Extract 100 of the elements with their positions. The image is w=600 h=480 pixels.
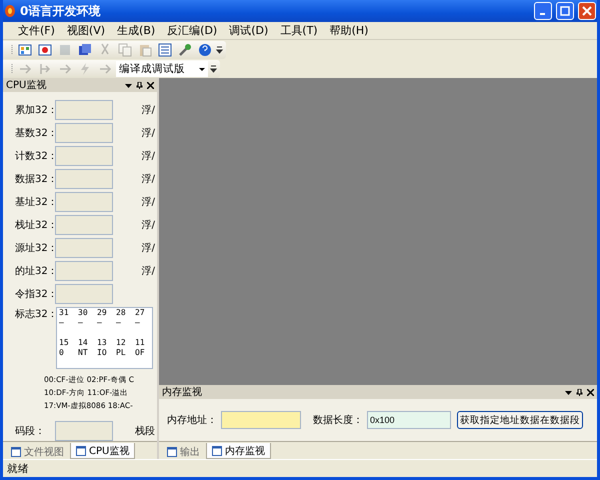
dropdown-icon[interactable] (125, 82, 132, 88)
pin-icon[interactable] (136, 82, 143, 88)
panel-tab[interactable]: 输出 (162, 444, 205, 459)
arrow-icon (18, 62, 32, 76)
register-label: 码段： (15, 425, 46, 438)
step-arrow-icon (38, 62, 52, 76)
register-field[interactable] (55, 215, 113, 235)
toolbar-grip-icon (11, 62, 14, 74)
toolbar-grip-icon (11, 44, 14, 56)
register-label: 标志32： (15, 308, 55, 321)
float-label: 浮/ (142, 104, 156, 117)
menu-item[interactable]: 帮助(H) (324, 23, 374, 38)
register-label: 累加32： (15, 104, 55, 117)
menu-item[interactable]: 工具(T) (275, 23, 323, 38)
toolbar-button[interactable] (156, 42, 174, 58)
disks-icon (78, 42, 92, 56)
register-label: 的址32： (15, 264, 55, 278)
panel-title: CPU监视 (6, 78, 46, 92)
float-label: 浮/ (142, 196, 156, 209)
flag-cell-text: 15 (58, 338, 70, 348)
app-logo-icon (4, 4, 16, 18)
menu-item[interactable]: 反汇编(D) (162, 23, 222, 38)
window-title: 0语言开发环境 (20, 2, 102, 20)
register-field[interactable] (55, 123, 113, 143)
window-icon (167, 446, 177, 456)
flag-cell-text: IO (96, 348, 108, 358)
register-field[interactable] (55, 421, 113, 441)
address-field[interactable] (221, 411, 301, 429)
window-icon (212, 446, 222, 456)
flag-cell-text: 29 (96, 308, 108, 318)
flag-cell-text: 11 (134, 338, 146, 348)
register-label: 令指32： (15, 288, 55, 301)
close-button[interactable] (578, 2, 596, 20)
register-label: 源址32： (15, 242, 55, 255)
window-icon (11, 446, 21, 456)
menu-item[interactable]: 文件(F) (13, 23, 60, 38)
close-icon[interactable] (147, 82, 154, 88)
pin-icon[interactable] (576, 388, 583, 396)
panel-tab[interactable]: 内存监视 (206, 443, 271, 459)
arrow-icon (58, 62, 72, 76)
maximize-icon (560, 6, 570, 16)
build-mode-dropdown[interactable]: 编译成调试版 (116, 60, 208, 76)
flag-cell-text: 28 (115, 308, 127, 318)
flag-cell-text: 27 (134, 308, 146, 318)
flag-cell-text: 30 (77, 308, 89, 318)
length-field[interactable]: 0x100 (367, 411, 451, 429)
float-label: 浮/ (142, 218, 156, 232)
toolbar-button[interactable] (36, 42, 54, 58)
list-icon (158, 42, 172, 56)
fetch-data-button[interactable]: 获取指定地址数据在数据段 (457, 411, 583, 429)
flag-cell-text: — (115, 318, 122, 328)
register-label: 计数32： (15, 150, 55, 163)
menu-item[interactable]: 调试(D) (224, 23, 274, 38)
panel-title: 内存监视 (162, 386, 202, 399)
minimize-button[interactable] (534, 2, 552, 20)
register-field[interactable] (55, 192, 113, 212)
menu-item[interactable]: 视图(V) (62, 23, 110, 38)
float-label: 浮/ (142, 126, 156, 140)
close-icon (582, 6, 592, 16)
flag-cell-text: 31 (58, 308, 70, 318)
flag-cell-text: — (96, 318, 103, 328)
toolbar-overflow-icon (210, 64, 217, 72)
address-label: 内存地址： (167, 414, 217, 427)
picture-icon (38, 42, 52, 56)
help-icon (198, 42, 212, 56)
toolbar-button[interactable] (76, 42, 94, 58)
register-label: 数据32： (15, 173, 55, 186)
register-label: 基数32： (15, 126, 55, 140)
maximize-button[interactable] (556, 2, 574, 20)
menu-item[interactable]: 生成(B) (112, 23, 160, 38)
paste-icon (138, 42, 152, 56)
toolbar-button[interactable] (196, 42, 214, 58)
panel-tab[interactable]: 文件视图 (6, 444, 69, 459)
register-field[interactable] (55, 238, 113, 258)
register-label: 基址32： (15, 196, 55, 209)
copy-icon (118, 42, 132, 56)
flag-cell-text: OF (134, 348, 146, 358)
dropdown-icon[interactable] (565, 388, 572, 396)
flag-cell-text: 12 (115, 338, 127, 348)
register-field[interactable] (55, 284, 113, 304)
register-field[interactable] (55, 261, 113, 281)
flag-cell-text: 14 (77, 338, 89, 348)
register-field[interactable] (55, 100, 113, 120)
register-field[interactable] (55, 146, 113, 166)
flag-cell-text: 13 (96, 338, 108, 348)
grid-icon (18, 42, 32, 56)
flag-cell-text: NT (77, 348, 89, 358)
toolbar-button[interactable] (16, 42, 34, 58)
lightning-icon (78, 62, 92, 76)
length-label: 数据长度： (313, 414, 363, 427)
register-label: 栈址32： (15, 218, 55, 232)
segment-label: 栈段 (135, 424, 156, 438)
float-label: 浮/ (142, 264, 156, 278)
register-field[interactable] (55, 169, 113, 189)
window-icon (76, 446, 86, 456)
flag-cell-text: PL (115, 348, 127, 358)
panel-tab[interactable]: CPU监视 (70, 443, 136, 459)
close-icon[interactable] (587, 388, 594, 396)
float-label: 浮/ (142, 242, 156, 255)
status-text: 就绪 (7, 462, 29, 476)
